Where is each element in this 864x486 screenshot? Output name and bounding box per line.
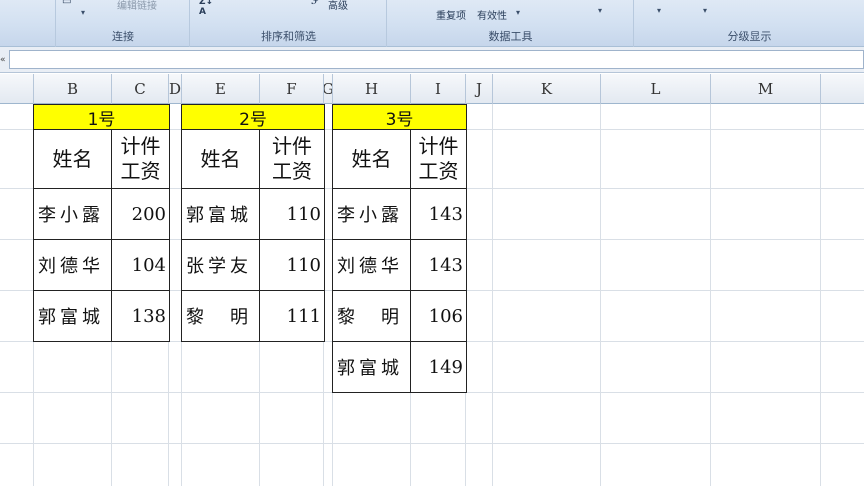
ribbon: ▭ ▾ 编辑链接 连接 Z↓ A ℱ 高级 排序和筛选 重复项 有效性 ▾ ▾ 数… bbox=[0, 0, 864, 47]
wage-cell[interactable]: 200 bbox=[111, 188, 170, 240]
column-header-g[interactable]: G bbox=[324, 74, 333, 104]
ribbon-group-outline: ▾ ▾ 分级显示 bbox=[635, 0, 864, 47]
table-title[interactable]: 2号 bbox=[181, 104, 325, 130]
column-header-i[interactable]: I bbox=[411, 74, 466, 104]
group-title-connections: 连接 bbox=[112, 30, 134, 43]
worksheet-grid[interactable]: 1号 姓名 计件 工资 李小露 200 刘德华 104 郭富城 138 2号 姓… bbox=[0, 104, 864, 486]
wage-cell[interactable]: 143 bbox=[410, 188, 467, 240]
column-headers: B C D E F G H I J K L M bbox=[0, 74, 864, 104]
wage-cell[interactable]: 149 bbox=[410, 341, 467, 393]
wage-cell[interactable]: 104 bbox=[111, 239, 170, 291]
name-cell[interactable]: 郭富城 bbox=[181, 188, 260, 240]
column-header-k[interactable]: K bbox=[493, 74, 601, 104]
group-title-outline: 分级显示 bbox=[727, 30, 772, 43]
name-cell[interactable]: 刘德华 bbox=[332, 239, 411, 291]
grid-line bbox=[0, 443, 864, 444]
wage-cell[interactable]: 143 bbox=[410, 239, 467, 291]
wage-cell[interactable]: 106 bbox=[410, 290, 467, 342]
validation-dropdown-icon[interactable]: ▾ bbox=[516, 8, 520, 17]
edit-links-button[interactable]: 编辑链接 bbox=[117, 0, 157, 12]
wage-cell[interactable]: 110 bbox=[259, 188, 325, 240]
column-header-b[interactable]: B bbox=[34, 74, 112, 104]
formula-input[interactable] bbox=[9, 50, 864, 69]
table-title[interactable]: 3号 bbox=[332, 104, 467, 130]
group-title-data-tools: 数据工具 bbox=[488, 30, 533, 43]
column-header-c[interactable]: C bbox=[112, 74, 169, 104]
advanced-filter-icon[interactable]: ℱ bbox=[311, 0, 319, 7]
what-if-dropdown-icon[interactable]: ▾ bbox=[598, 6, 602, 15]
ribbon-group-connections: ▭ ▾ 编辑链接 连接 bbox=[57, 0, 190, 47]
name-header[interactable]: 姓名 bbox=[181, 129, 260, 189]
name-cell[interactable]: 李小露 bbox=[332, 188, 411, 240]
column-header-l[interactable]: L bbox=[601, 74, 711, 104]
connections-icon[interactable]: ▭ bbox=[62, 0, 71, 7]
name-header[interactable]: 姓名 bbox=[332, 129, 411, 189]
column-header-m[interactable]: M bbox=[711, 74, 821, 104]
wage-header[interactable]: 计件 工资 bbox=[259, 129, 325, 189]
remove-duplicates-button[interactable]: 重复项 bbox=[436, 7, 466, 22]
column-header-j[interactable]: J bbox=[466, 74, 493, 104]
grid-line bbox=[820, 104, 821, 486]
ungroup-dropdown-icon[interactable]: ▾ bbox=[703, 6, 707, 15]
name-header[interactable]: 姓名 bbox=[33, 129, 112, 189]
column-header-h[interactable]: H bbox=[333, 74, 411, 104]
grid-line bbox=[600, 104, 601, 486]
wage-header[interactable]: 计件 工资 bbox=[410, 129, 467, 189]
column-header-f[interactable]: F bbox=[260, 74, 324, 104]
data-validation-button[interactable]: 有效性 bbox=[477, 7, 507, 22]
ribbon-group-sort-filter: Z↓ A ℱ 高级 排序和筛选 bbox=[191, 0, 387, 47]
table-title[interactable]: 1号 bbox=[33, 104, 170, 130]
name-cell[interactable]: 张学友 bbox=[181, 239, 260, 291]
wage-header[interactable]: 计件 工资 bbox=[111, 129, 170, 189]
group-dropdown-icon[interactable]: ▾ bbox=[657, 6, 661, 15]
name-cell[interactable]: 黎 明 bbox=[332, 290, 411, 342]
ribbon-group-data-tools: 重复项 有效性 ▾ ▾ 数据工具 bbox=[388, 0, 634, 47]
dropdown-arrow-icon[interactable]: ▾ bbox=[81, 8, 85, 17]
name-cell[interactable]: 郭富城 bbox=[33, 290, 112, 342]
sort-za-icon[interactable]: Z↓ A bbox=[199, 0, 213, 17]
formula-bar: « bbox=[0, 47, 864, 73]
column-header-d[interactable]: D bbox=[169, 74, 182, 104]
column-header-a[interactable] bbox=[0, 74, 34, 104]
ribbon-group-partial bbox=[0, 0, 56, 47]
name-cell[interactable]: 李小露 bbox=[33, 188, 112, 240]
column-header-e[interactable]: E bbox=[182, 74, 260, 104]
advanced-filter-button[interactable]: 高级 bbox=[328, 0, 348, 12]
name-cell[interactable]: 黎 明 bbox=[181, 290, 260, 342]
wage-cell[interactable]: 138 bbox=[111, 290, 170, 342]
expand-icon[interactable]: « bbox=[0, 53, 8, 67]
grid-line bbox=[710, 104, 711, 486]
name-cell[interactable]: 刘德华 bbox=[33, 239, 112, 291]
name-cell[interactable]: 郭富城 bbox=[332, 341, 411, 393]
grid-line bbox=[492, 104, 493, 486]
wage-cell[interactable]: 110 bbox=[259, 239, 325, 291]
column-header-n[interactable] bbox=[821, 74, 864, 104]
group-title-sort-filter: 排序和筛选 bbox=[261, 30, 316, 43]
excel-window: ▭ ▾ 编辑链接 连接 Z↓ A ℱ 高级 排序和筛选 重复项 有效性 ▾ ▾ 数… bbox=[0, 0, 864, 486]
wage-cell[interactable]: 111 bbox=[259, 290, 325, 342]
